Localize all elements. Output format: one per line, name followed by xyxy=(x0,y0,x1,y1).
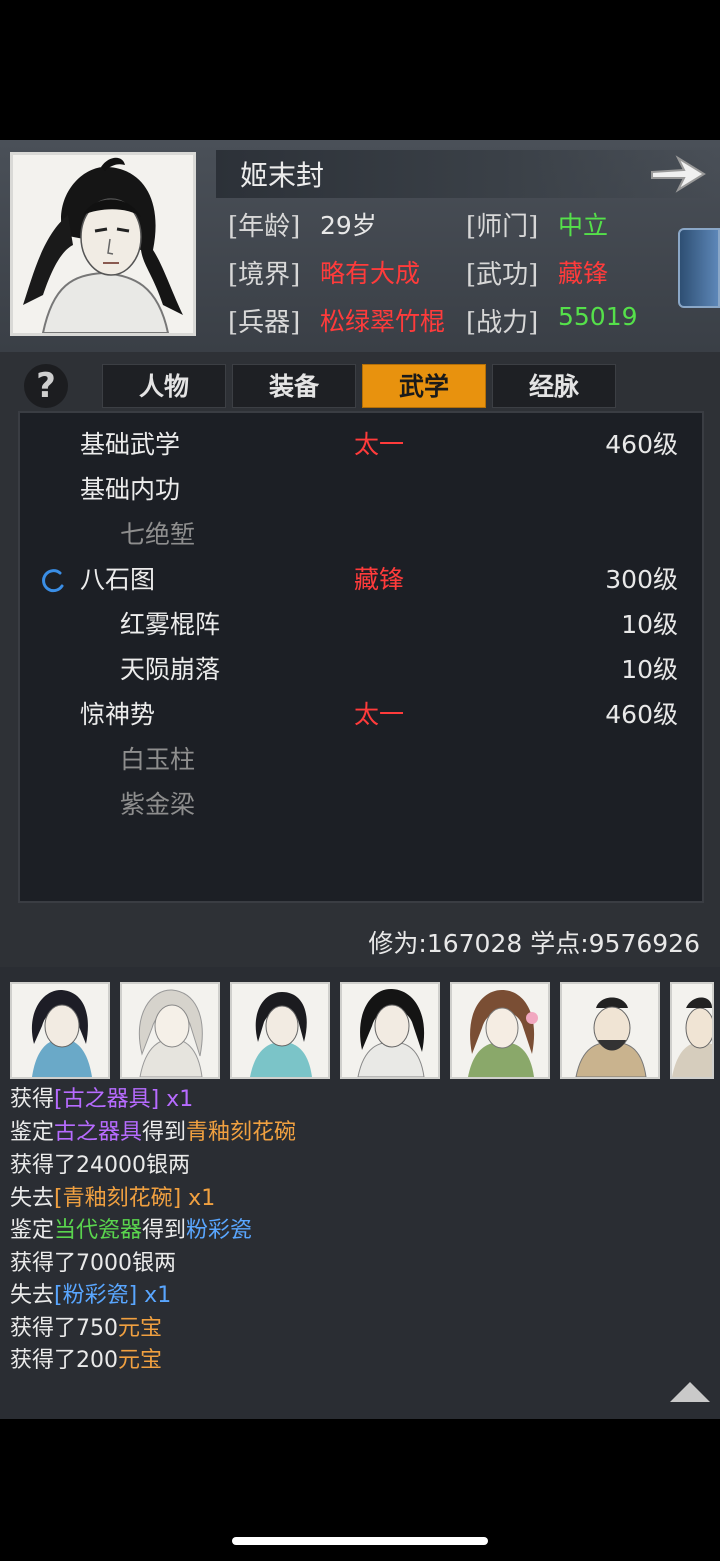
party-avatar[interactable] xyxy=(670,982,714,1079)
skill-name: 紫金梁 xyxy=(120,790,196,819)
age-label: [年龄] xyxy=(228,212,301,242)
log-line: 获得了24000银两 xyxy=(10,1153,190,1178)
log-line: 获得了7000银两 xyxy=(10,1251,176,1276)
skill-tag: 太一 xyxy=(354,700,405,729)
character-name: 姬末封 xyxy=(240,159,325,192)
skill-name: 八石图 xyxy=(80,565,156,594)
log-line: 获得了750元宝 xyxy=(10,1316,163,1341)
skill-name: 基础内功 xyxy=(80,475,181,504)
sect-value: 中立 xyxy=(558,211,609,240)
help-button[interactable]: ? xyxy=(24,364,68,408)
character-portrait[interactable] xyxy=(10,152,196,336)
skill-row[interactable]: 惊神势 太一 460级 xyxy=(20,695,706,740)
age-value: 29岁 xyxy=(320,211,377,240)
side-book-icon[interactable] xyxy=(678,228,720,308)
skill-name: 基础武学 xyxy=(80,430,181,459)
skill-tag: 藏锋 xyxy=(354,565,405,594)
cultivation-stats: 修为:167028 学点:9576926 xyxy=(368,929,700,958)
skill-level: 10级 xyxy=(621,655,678,684)
realm-label: [境界] xyxy=(228,260,301,290)
skill-level: 460级 xyxy=(605,700,678,729)
skill-name: 白玉柱 xyxy=(120,745,196,774)
skill-row[interactable]: 天陨崩落 10级 xyxy=(20,650,706,695)
skill-name: 惊神势 xyxy=(80,700,156,729)
skill-row[interactable]: 八石图 藏锋 300级 xyxy=(20,560,706,605)
log-line: 失去[粉彩瓷] x1 xyxy=(10,1283,172,1308)
skill-list: 基础武学 太一 460级 基础内功 七绝堑 八石图 藏锋 300级 红雾棍阵 1… xyxy=(18,411,704,903)
skill-name: 七绝堑 xyxy=(120,520,196,549)
log-line: 鉴定古之器具得到青釉刻花碗 xyxy=(10,1120,297,1145)
sect-label: [师门] xyxy=(466,212,539,242)
skill-level: 460级 xyxy=(605,430,678,459)
skill-row[interactable]: 红雾棍阵 10级 xyxy=(20,605,706,650)
power-value: 55019 xyxy=(558,302,638,331)
skill-row[interactable]: 基础武学 太一 460级 xyxy=(20,425,706,470)
weapon-label: [兵器] xyxy=(228,308,301,338)
tab-equipment[interactable]: 装备 xyxy=(232,364,356,408)
skill-row[interactable]: 紫金梁 xyxy=(20,785,706,830)
spinner-icon xyxy=(42,569,64,593)
party-avatar[interactable] xyxy=(560,982,660,1079)
log-line: 获得了200元宝 xyxy=(10,1348,163,1373)
skill-row[interactable]: 白玉柱 xyxy=(20,740,706,785)
party-avatar[interactable] xyxy=(340,982,440,1079)
skill-tag: 太一 xyxy=(354,430,405,459)
party-avatar[interactable] xyxy=(230,982,330,1079)
martial-label: [武功] xyxy=(466,260,539,290)
party-avatar[interactable] xyxy=(120,982,220,1079)
power-label: [战力] xyxy=(466,308,539,338)
martial-value: 藏锋 xyxy=(558,259,609,288)
log-line: 鉴定当代瓷器得到粉彩瓷 xyxy=(10,1218,253,1243)
right-arrow-icon[interactable] xyxy=(648,150,708,198)
portrait-illustration xyxy=(13,155,193,333)
skill-row[interactable]: 基础内功 xyxy=(20,470,706,515)
skill-name: 天陨崩落 xyxy=(120,655,221,684)
triangle-up-icon[interactable] xyxy=(668,1380,712,1404)
home-indicator[interactable] xyxy=(232,1537,488,1545)
skill-level: 300级 xyxy=(605,565,678,594)
skill-level: 10级 xyxy=(621,610,678,639)
party-avatar[interactable] xyxy=(10,982,110,1079)
weapon-value: 松绿翠竹棍 xyxy=(320,307,446,336)
log-line: 获得[古之器具] x1 xyxy=(10,1087,194,1112)
realm-value: 略有大成 xyxy=(320,259,421,288)
party-avatar[interactable] xyxy=(450,982,550,1079)
skill-name: 红雾棍阵 xyxy=(120,610,221,639)
log-line: 失去[青釉刻花碗] x1 xyxy=(10,1186,216,1211)
tab-meridians[interactable]: 经脉 xyxy=(492,364,616,408)
skill-row[interactable]: 七绝堑 xyxy=(20,515,706,560)
tab-character[interactable]: 人物 xyxy=(102,364,226,408)
tab-martial-arts[interactable]: 武学 xyxy=(362,364,486,408)
